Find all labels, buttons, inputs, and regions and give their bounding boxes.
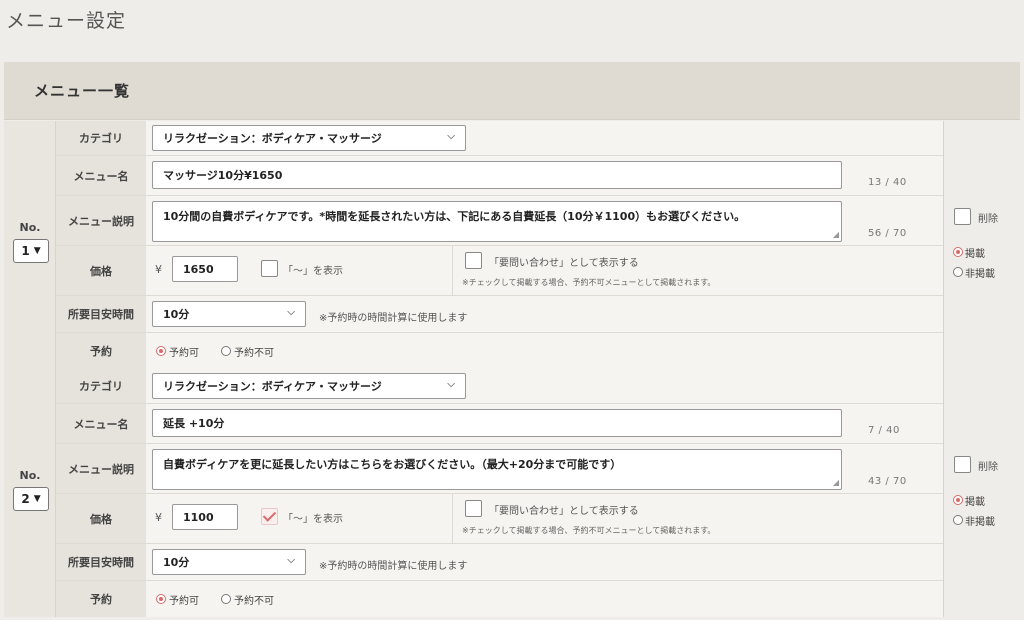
menu-name-input[interactable]: マッサージ10分¥1650: [152, 161, 842, 189]
menu-name-row: メニュー名 マッサージ10分¥1650 13 / 40: [56, 156, 943, 196]
show-tilde-label: 「〜」を表示: [283, 266, 343, 277]
price-label: 価格: [56, 246, 146, 295]
reservation-row: 予約 予約可 予約不可: [56, 333, 943, 369]
duration-select[interactable]: 10分 ⌵: [152, 549, 306, 575]
unpublish-radio[interactable]: [953, 267, 963, 277]
category-row: カテゴリ リラクゼーション：ボディケア・マッサージ ⌵: [56, 121, 943, 156]
menu-name-label: メニュー名: [56, 404, 146, 443]
chevron-down-icon: ▼: [33, 494, 41, 504]
yen-symbol: ¥: [155, 263, 162, 276]
duration-row: 所要目安時間 10分 ⌵ ※予約時の時間計算に使用します: [56, 296, 943, 333]
show-inquiry-label: 「要問い合わせ」として表示する: [489, 258, 639, 269]
duration-note: ※予約時の時間計算に使用します: [319, 313, 468, 324]
show-tilde-label: 「〜」を表示: [283, 514, 343, 525]
publish-label: 掲載: [965, 249, 985, 260]
menu-desc-row: メニュー説明 自費ボディケアを更に延長したい方はこちらをお選びください。（最大+…: [56, 444, 943, 494]
duration-note: ※予約時の時間計算に使用します: [319, 561, 468, 572]
resize-handle-icon[interactable]: ◢: [833, 231, 839, 239]
reservable-label: 予約可: [169, 596, 199, 607]
category-label: カテゴリ: [56, 121, 146, 155]
publish-label: 掲載: [965, 497, 985, 508]
no-label: No.: [19, 221, 41, 234]
chevron-down-icon: ⌵: [287, 555, 295, 566]
chevron-down-icon: ▼: [33, 246, 41, 256]
item-number-select[interactable]: 2 ▼: [13, 487, 49, 511]
show-tilde-checkbox[interactable]: [261, 508, 278, 525]
price-label: 価格: [56, 494, 146, 543]
duration-row: 所要目安時間 10分 ⌵ ※予約時の時間計算に使用します: [56, 544, 943, 581]
divider: [452, 246, 453, 296]
menu-item-1: No. 1 ▼ カテゴリ リラクゼーション：ボディケア・マッサージ ⌵ メニュー名 …: [4, 121, 1020, 369]
divider: [452, 494, 453, 544]
price-input[interactable]: 1100: [172, 504, 238, 530]
duration-select[interactable]: 10分 ⌵: [152, 301, 306, 327]
item-options-column: 削除 掲載 非掲載: [943, 369, 1020, 617]
item-number-select[interactable]: 1 ▼: [13, 239, 49, 263]
yen-symbol: ¥: [155, 511, 162, 524]
no-label: No.: [19, 469, 41, 482]
delete-checkbox[interactable]: [954, 208, 971, 225]
show-inquiry-checkbox[interactable]: [465, 500, 482, 517]
duration-label: 所要目安時間: [56, 296, 146, 332]
category-label: カテゴリ: [56, 369, 146, 403]
delete-label: 削除: [978, 462, 998, 473]
not-reservable-radio[interactable]: [221, 594, 231, 604]
menu-list-panel: メニュー一覧 No. 1 ▼ カテゴリ リラクゼーション：ボディケア・マッサージ ⌵…: [4, 62, 1020, 620]
menu-name-counter: 7 / 40: [868, 425, 900, 436]
reservation-label: 予約: [56, 333, 146, 369]
menu-name-label: メニュー名: [56, 156, 146, 195]
resize-handle-icon[interactable]: ◢: [833, 479, 839, 487]
menu-name-input[interactable]: 延長 +10分: [152, 409, 842, 437]
menu-desc-counter: 43 / 70: [868, 476, 907, 487]
inquiry-note: ※チェックして掲載する場合、予約不可メニューとして掲載されます。: [462, 526, 716, 535]
menu-desc-label: メニュー説明: [56, 196, 146, 245]
show-inquiry-checkbox[interactable]: [465, 252, 482, 269]
price-row: 価格 ¥ 1100 「〜」を表示 「要問い合わせ」として表示する ※チェックして…: [56, 494, 943, 544]
item-number-column: No. 1 ▼: [4, 121, 56, 369]
publish-radio[interactable]: [953, 495, 963, 505]
show-inquiry-label: 「要問い合わせ」として表示する: [489, 506, 639, 517]
not-reservable-radio[interactable]: [221, 346, 231, 356]
menu-name-row: メニュー名 延長 +10分 7 / 40: [56, 404, 943, 444]
chevron-down-icon: ⌵: [447, 131, 455, 142]
menu-desc-row: メニュー説明 10分間の自費ボディケアです。*時間を延長されたい方は、下記にある…: [56, 196, 943, 246]
item-number-column: No. 2 ▼: [4, 369, 56, 617]
unpublish-radio[interactable]: [953, 515, 963, 525]
menu-item-2: No. 2 ▼ カテゴリ リラクゼーション：ボディケア・マッサージ ⌵ メニュー名 …: [4, 369, 1020, 617]
show-tilde-checkbox[interactable]: [261, 260, 278, 277]
unpublish-label: 非掲載: [965, 269, 995, 280]
category-select[interactable]: リラクゼーション：ボディケア・マッサージ ⌵: [152, 373, 466, 399]
unpublish-label: 非掲載: [965, 517, 995, 528]
reservation-row: 予約 予約可 予約不可: [56, 581, 943, 617]
reservable-radio[interactable]: [156, 346, 166, 356]
chevron-down-icon: ⌵: [447, 379, 455, 390]
category-select[interactable]: リラクゼーション：ボディケア・マッサージ ⌵: [152, 125, 466, 151]
menu-desc-label: メニュー説明: [56, 444, 146, 493]
page-title: メニュー設定: [6, 10, 127, 32]
reservable-label: 予約可: [169, 348, 199, 359]
publish-radio[interactable]: [953, 247, 963, 257]
price-row: 価格 ¥ 1650 「〜」を表示 「要問い合わせ」として表示する ※チェックして…: [56, 246, 943, 296]
delete-checkbox[interactable]: [954, 456, 971, 473]
delete-label: 削除: [978, 214, 998, 225]
price-input[interactable]: 1650: [172, 256, 238, 282]
menu-name-counter: 13 / 40: [868, 177, 907, 188]
inquiry-note: ※チェックして掲載する場合、予約不可メニューとして掲載されます。: [462, 278, 716, 287]
not-reservable-label: 予約不可: [234, 596, 274, 607]
item-options-column: 削除 掲載 非掲載: [943, 121, 1020, 369]
menu-desc-textarea[interactable]: 自費ボディケアを更に延長したい方はこちらをお選びください。（最大+20分まで可能…: [152, 449, 842, 490]
menu-desc-counter: 56 / 70: [868, 228, 907, 239]
menu-desc-textarea[interactable]: 10分間の自費ボディケアです。*時間を延長されたい方は、下記にある自費延長（10…: [152, 201, 842, 242]
panel-header: メニュー一覧: [4, 62, 1020, 120]
reservable-radio[interactable]: [156, 594, 166, 604]
not-reservable-label: 予約不可: [234, 348, 274, 359]
reservation-label: 予約: [56, 581, 146, 617]
category-row: カテゴリ リラクゼーション：ボディケア・マッサージ ⌵: [56, 369, 943, 404]
duration-label: 所要目安時間: [56, 544, 146, 580]
chevron-down-icon: ⌵: [287, 307, 295, 318]
